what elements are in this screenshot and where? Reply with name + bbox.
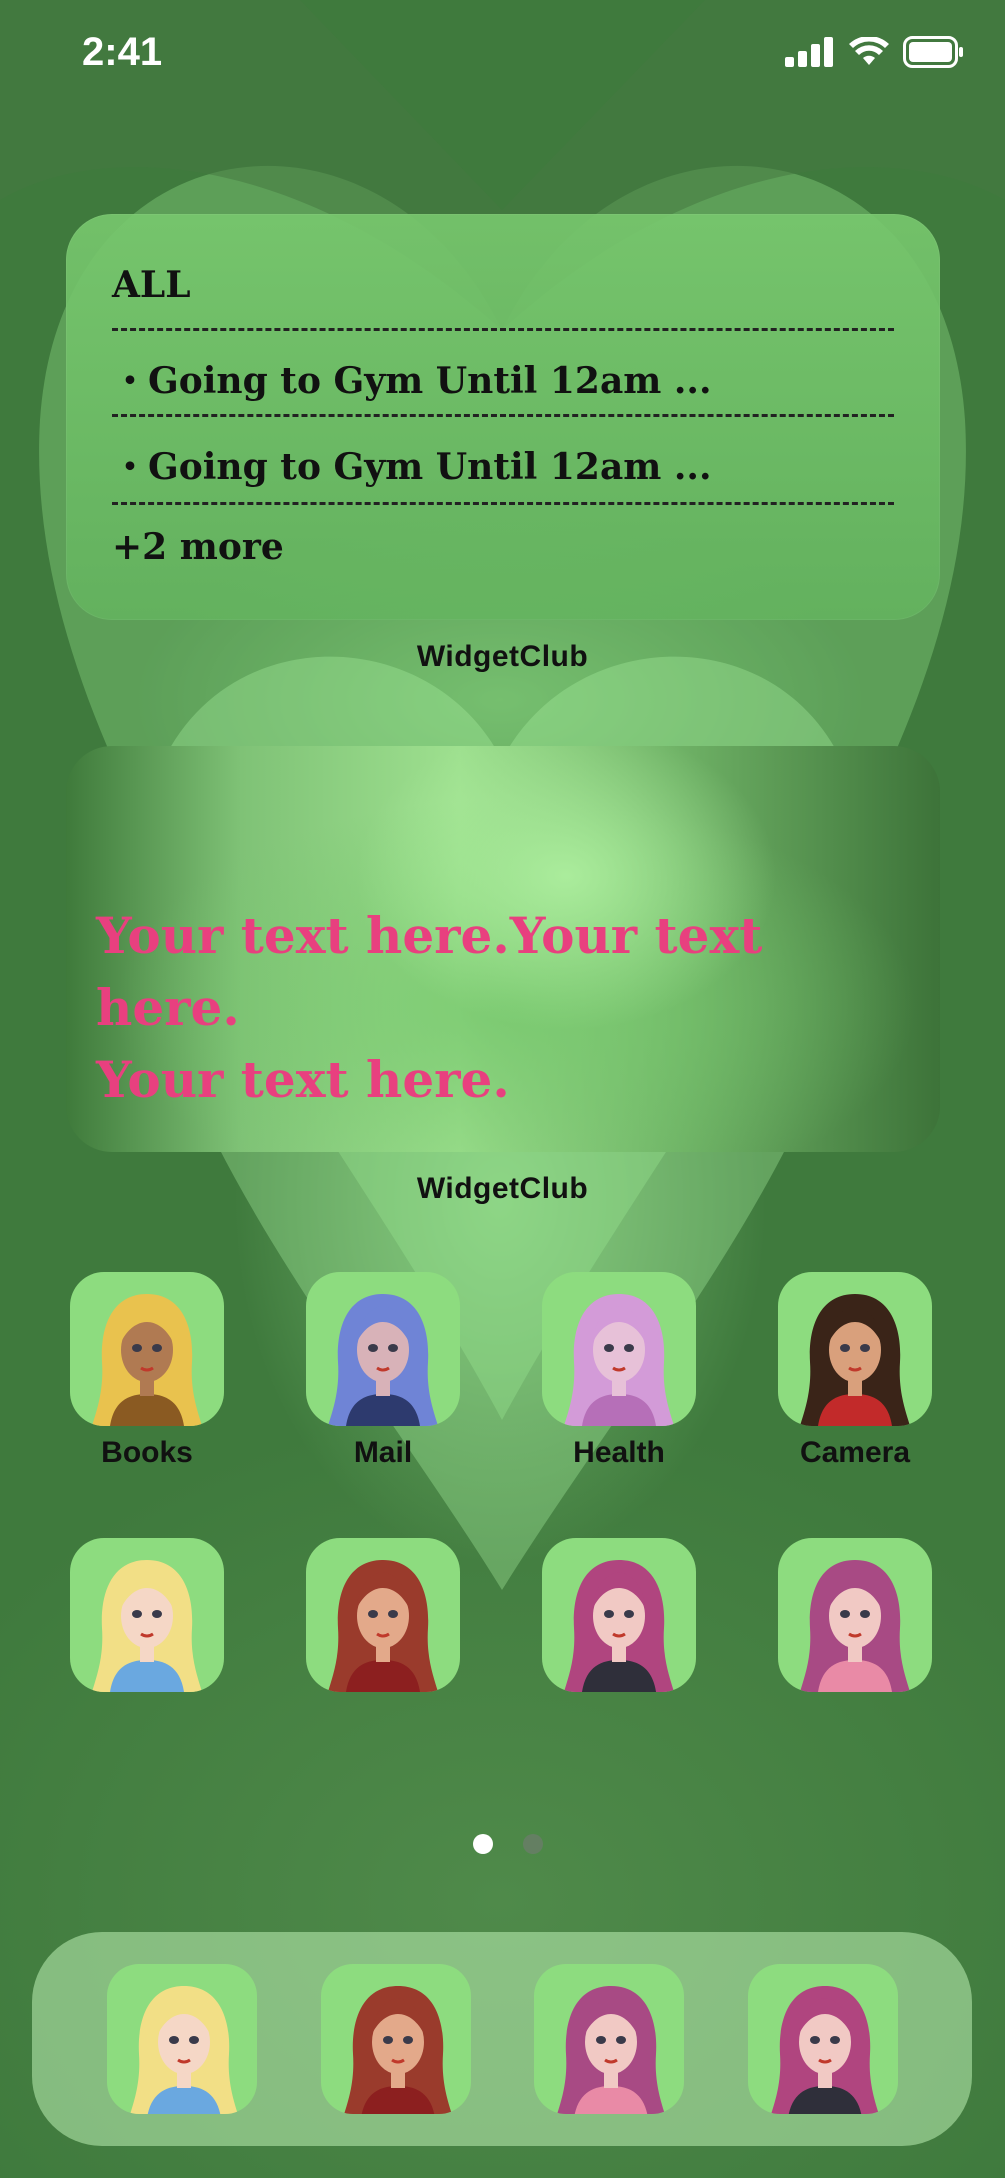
todo-header: ALL <box>112 264 191 306</box>
dock-app-4[interactable] <box>748 1964 898 2114</box>
app-icon-app-r2-2[interactable] <box>306 1538 460 1692</box>
avatar-illustration <box>564 1294 674 1426</box>
photo-text-widget[interactable]: Your text here.Your text here. Your text… <box>66 746 940 1152</box>
avatar-illustration <box>92 1294 202 1426</box>
app-label: Books <box>101 1436 193 1469</box>
avatar-illustration <box>800 1560 910 1692</box>
status-icons <box>785 36 965 68</box>
app-icon-app-r2-3[interactable] <box>542 1538 696 1692</box>
avatar-illustration <box>344 1986 452 2114</box>
app-icon-app-r2-1[interactable] <box>70 1538 224 1692</box>
app-tile[interactable] <box>778 1272 932 1426</box>
app-tile[interactable] <box>70 1538 224 1692</box>
app-label: Camera <box>799 1436 911 1469</box>
widget-text: Your text here.Your text here. Your text… <box>96 900 910 1116</box>
app-tile[interactable] <box>306 1538 460 1692</box>
dock-app-1[interactable] <box>107 1964 257 2114</box>
app-tile[interactable] <box>542 1272 696 1426</box>
app-icon-app-r2-4[interactable] <box>778 1538 932 1692</box>
page-dot-active[interactable] <box>473 1834 493 1854</box>
signal-icon <box>785 37 833 67</box>
wifi-icon <box>849 37 889 65</box>
avatar-illustration <box>328 1560 438 1692</box>
app-tile[interactable] <box>70 1272 224 1426</box>
avatar-illustration <box>92 1560 202 1692</box>
avatar-illustration <box>771 1986 879 2114</box>
divider <box>112 414 894 417</box>
avatar-illustration <box>328 1294 438 1426</box>
app-tile[interactable] <box>306 1272 460 1426</box>
app-icon-camera[interactable]: Camera <box>778 1272 932 1470</box>
app-icon-mail[interactable]: Mail <box>306 1272 460 1470</box>
avatar-illustration <box>557 1986 665 2114</box>
avatar-illustration <box>130 1986 238 2114</box>
battery-icon <box>903 36 963 68</box>
todo-item[interactable]: ・Going to Gym Until 12am ... <box>112 438 894 490</box>
todo-item[interactable]: ・Going to Gym Until 12am ... <box>112 352 894 404</box>
app-label: Health <box>573 1436 665 1469</box>
todo-widget[interactable]: ALL ・Going to Gym Until 12am ... ・Going … <box>66 214 940 620</box>
widget-text-line: Your text here. <box>96 1050 510 1109</box>
dock <box>32 1932 972 2146</box>
avatar-illustration <box>800 1294 910 1426</box>
widget-text-line: Your text here.Your text here. <box>96 906 763 1037</box>
status-time: 2:41 <box>82 30 163 74</box>
app-icon-health[interactable]: Health <box>542 1272 696 1470</box>
dock-app-2[interactable] <box>321 1964 471 2114</box>
app-icon-books[interactable]: Books <box>70 1272 224 1470</box>
page-dot[interactable] <box>523 1834 543 1854</box>
app-tile[interactable] <box>778 1538 932 1692</box>
avatar-illustration <box>564 1560 674 1692</box>
dock-app-3[interactable] <box>534 1964 684 2114</box>
todo-more[interactable]: +2 more <box>112 526 894 568</box>
divider <box>112 502 894 505</box>
widget-caption: WidgetClub <box>416 640 589 673</box>
divider <box>112 328 894 331</box>
widget-caption: WidgetClub <box>416 1172 589 1205</box>
app-label: Mail <box>353 1436 413 1469</box>
app-tile[interactable] <box>542 1538 696 1692</box>
home-screen: 2:41 ALL ・Going to Gym Until 12am ... ・G… <box>0 0 1005 2178</box>
